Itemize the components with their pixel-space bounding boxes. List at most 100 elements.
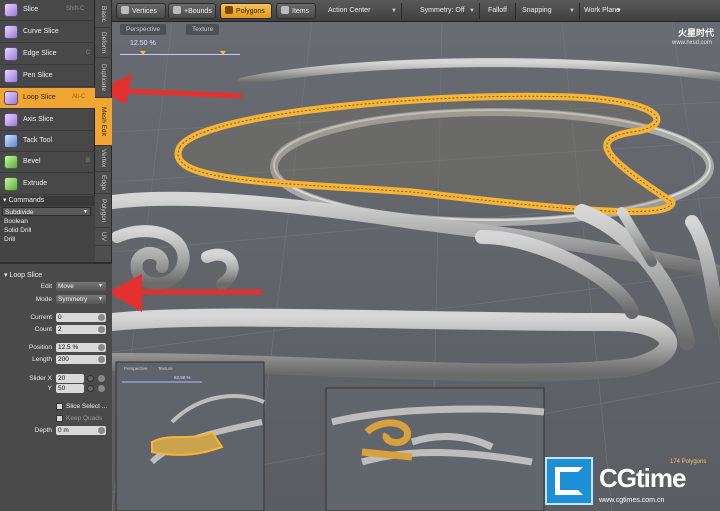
curve-slice-icon bbox=[4, 25, 18, 39]
edge-slice-icon bbox=[4, 47, 18, 61]
work-plane-dropdown[interactable]: Work Plane bbox=[580, 3, 620, 19]
tab-duplicate[interactable]: Duplicate bbox=[95, 58, 112, 98]
spinner-icon[interactable] bbox=[98, 427, 105, 434]
spinner-icon[interactable] bbox=[98, 326, 105, 333]
extrude-icon bbox=[4, 177, 18, 191]
items-mode-button[interactable]: Items bbox=[276, 3, 316, 19]
chevron-down-icon: ▼ bbox=[391, 8, 397, 14]
cgtime-logo-mark bbox=[555, 467, 583, 495]
spinner-icon[interactable] bbox=[98, 356, 105, 363]
vertices-icon bbox=[121, 6, 129, 14]
mode-label: Mode bbox=[35, 296, 52, 303]
tool-slice[interactable]: Slice Shift-C bbox=[0, 0, 95, 21]
tab-deform[interactable]: Deform bbox=[95, 28, 112, 58]
watermark-cgtime: CGtime www.cgtimes.com.cn bbox=[543, 455, 720, 511]
link-icon[interactable] bbox=[87, 385, 94, 392]
slider-x-label: Slider X bbox=[29, 375, 52, 382]
properties-title: ▾ Loop Slice bbox=[4, 272, 43, 279]
command-solid-drill[interactable]: Solid Drill bbox=[2, 226, 91, 235]
tool-curve-slice[interactable]: Curve Slice bbox=[0, 22, 95, 43]
mode-dropdown[interactable]: Symmetry ▼ bbox=[56, 295, 106, 304]
slice-select-checkbox[interactable] bbox=[56, 403, 63, 410]
tool-edge-slice[interactable]: Edge Slice C bbox=[0, 44, 95, 65]
slider-value-readout: 12.50 % bbox=[130, 40, 156, 47]
link-icon[interactable] bbox=[87, 375, 94, 382]
viewport-scene bbox=[112, 22, 720, 511]
current-label: Current bbox=[30, 314, 52, 321]
tool-axis-slice[interactable]: Axis Slice bbox=[0, 110, 95, 131]
bounds-icon bbox=[173, 6, 181, 14]
edit-label: Edit bbox=[40, 283, 52, 290]
position-label: Position bbox=[28, 344, 52, 351]
slider-handle-right[interactable] bbox=[220, 51, 226, 55]
tab-mesh-edit[interactable]: Mesh Edit bbox=[95, 98, 112, 146]
polygons-icon bbox=[225, 6, 233, 14]
commands-header[interactable]: ▾ Commands bbox=[0, 196, 95, 206]
position-field[interactable]: 12.5 % bbox=[56, 343, 106, 352]
bounds-mode-button[interactable]: +Bounds bbox=[168, 3, 216, 19]
count-field[interactable]: 2 bbox=[56, 325, 106, 334]
length-field[interactable]: 200 bbox=[56, 355, 106, 364]
bevel-icon bbox=[4, 155, 18, 169]
chevron-down-icon: ▼ bbox=[469, 8, 475, 14]
falloff-dropdown[interactable]: Falloff bbox=[484, 3, 516, 19]
tab-polygon[interactable]: Polygon bbox=[95, 194, 112, 228]
y-field[interactable]: 50 bbox=[56, 384, 84, 393]
pen-slice-icon bbox=[4, 69, 18, 83]
commands-panel: ▾ Commands Subdivide ▼ Boolean Solid Dril… bbox=[0, 196, 95, 262]
inset-slider-readout: 62.50 % bbox=[174, 375, 191, 380]
depth-field[interactable]: 0 m bbox=[56, 426, 106, 435]
3d-viewport[interactable]: Perspective Texture 12.50 % Perspective … bbox=[112, 22, 720, 511]
action-center-dropdown[interactable]: Action Center ▼ bbox=[324, 3, 402, 19]
snapping-dropdown[interactable]: Snapping bbox=[518, 3, 578, 19]
y-label: Y bbox=[47, 385, 52, 392]
slice-select-label: Slice Select ... bbox=[66, 403, 108, 410]
depth-label: Depth bbox=[34, 427, 52, 434]
spinner-icon[interactable] bbox=[98, 314, 105, 321]
tab-edge[interactable]: Edge bbox=[95, 172, 112, 194]
tab-uv[interactable]: UV bbox=[95, 228, 112, 246]
polygons-mode-button[interactable]: Polygons bbox=[220, 3, 272, 19]
tab-texture[interactable]: Texture bbox=[186, 24, 220, 35]
slider-handle-left[interactable] bbox=[140, 51, 146, 55]
cgtime-url: www.cgtimes.com.cn bbox=[599, 497, 665, 504]
inset-viewport-right bbox=[325, 387, 545, 511]
watermark-logo-text: 火星时代 bbox=[677, 28, 714, 38]
cgtime-logo-icon bbox=[545, 457, 593, 505]
tool-pen-slice[interactable]: Pen Slice bbox=[0, 66, 95, 87]
chevron-down-icon: ▼ bbox=[98, 283, 103, 289]
tool-bevel[interactable]: Bevel B bbox=[0, 152, 95, 173]
length-label: Length bbox=[32, 356, 52, 363]
tab-perspective[interactable]: Perspective bbox=[120, 24, 166, 35]
tool-properties-panel: ▾ Loop Slice Edit Move ▼ Mode Symmetry ▼ C… bbox=[0, 262, 112, 511]
tool-extrude[interactable]: Extrude bbox=[0, 174, 95, 195]
vertical-tab-strip: Basic Deform Duplicate Mesh Edit Vertex … bbox=[95, 0, 112, 262]
tool-loop-slice[interactable]: Loop Slice Alt-C bbox=[0, 88, 95, 109]
vertices-mode-button[interactable]: Vertices bbox=[116, 3, 166, 19]
tab-vertex[interactable]: Vertex bbox=[95, 146, 112, 172]
keep-quads-checkbox[interactable] bbox=[56, 415, 63, 422]
current-field[interactable]: 0 bbox=[56, 313, 106, 322]
inset-left-perspective-tab: Perspective bbox=[124, 366, 148, 371]
command-boolean[interactable]: Boolean bbox=[2, 217, 91, 226]
slice-icon bbox=[4, 3, 18, 17]
command-drill[interactable]: Drill bbox=[2, 235, 91, 244]
loop-slice-icon bbox=[4, 91, 18, 105]
tool-tack-tool[interactable]: Tack Tool bbox=[0, 131, 95, 152]
cgtime-logo-text: CGtime bbox=[599, 463, 686, 493]
symmetry-dropdown[interactable]: Symmetry: Off ▼ bbox=[416, 3, 480, 19]
slider-x-field[interactable]: 20 bbox=[56, 374, 84, 383]
command-subdivide[interactable]: Subdivide ▼ bbox=[2, 207, 91, 216]
spinner-icon[interactable] bbox=[98, 375, 105, 382]
spinner-icon[interactable] bbox=[98, 385, 105, 392]
inset-viewport-left bbox=[115, 361, 265, 511]
watermark-url: www.hxsd.com bbox=[671, 40, 712, 46]
items-icon bbox=[281, 6, 289, 14]
edit-dropdown[interactable]: Move ▼ bbox=[56, 282, 106, 291]
tack-tool-icon bbox=[4, 134, 18, 148]
tab-basic[interactable]: Basic bbox=[95, 0, 112, 28]
position-slider-hud[interactable]: 12.50 % bbox=[120, 40, 240, 62]
top-toolbar: Vertices +Bounds Polygons Items Action C… bbox=[112, 0, 720, 22]
chevron-down-icon: ▼ bbox=[83, 209, 88, 215]
spinner-icon[interactable] bbox=[98, 344, 105, 351]
